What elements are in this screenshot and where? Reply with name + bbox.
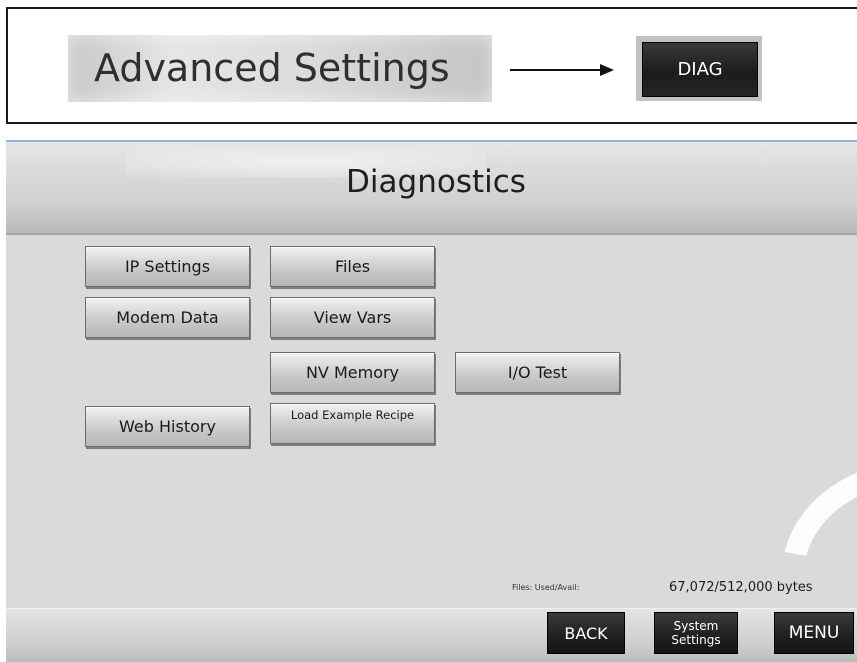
- io-test-button[interactable]: I/O Test: [455, 352, 620, 393]
- web-history-button[interactable]: Web History: [85, 406, 250, 447]
- modem-data-button[interactable]: Modem Data: [85, 297, 250, 338]
- ip-settings-button[interactable]: IP Settings: [85, 246, 250, 287]
- files-button[interactable]: Files: [270, 246, 435, 287]
- diag-button-frame: DIAG: [636, 36, 762, 101]
- system-settings-button[interactable]: System Settings: [654, 612, 738, 654]
- system-settings-line1: System: [673, 619, 719, 633]
- arrow-icon: [510, 69, 602, 71]
- arrow-head-icon: [600, 64, 614, 76]
- title-bar: Diagnostics: [6, 142, 857, 235]
- back-button[interactable]: BACK: [547, 612, 625, 654]
- view-vars-button[interactable]: View Vars: [270, 297, 435, 338]
- files-used-avail-label: Files: Used/Avail:: [512, 583, 580, 592]
- diag-button[interactable]: DIAG: [642, 42, 758, 97]
- nv-memory-button[interactable]: NV Memory: [270, 352, 435, 393]
- menu-button[interactable]: MENU: [774, 612, 854, 654]
- system-settings-line2: Settings: [671, 633, 721, 647]
- page-title: Diagnostics: [346, 164, 526, 200]
- load-example-recipe-button[interactable]: Load Example Recipe: [270, 403, 435, 444]
- diagnostics-screen: Diagnostics IP Settings Files Modem Data…: [6, 140, 857, 662]
- files-used-avail-value: 67,072/512,000 bytes: [669, 580, 813, 595]
- advanced-settings-label: Advanced Settings: [68, 35, 492, 102]
